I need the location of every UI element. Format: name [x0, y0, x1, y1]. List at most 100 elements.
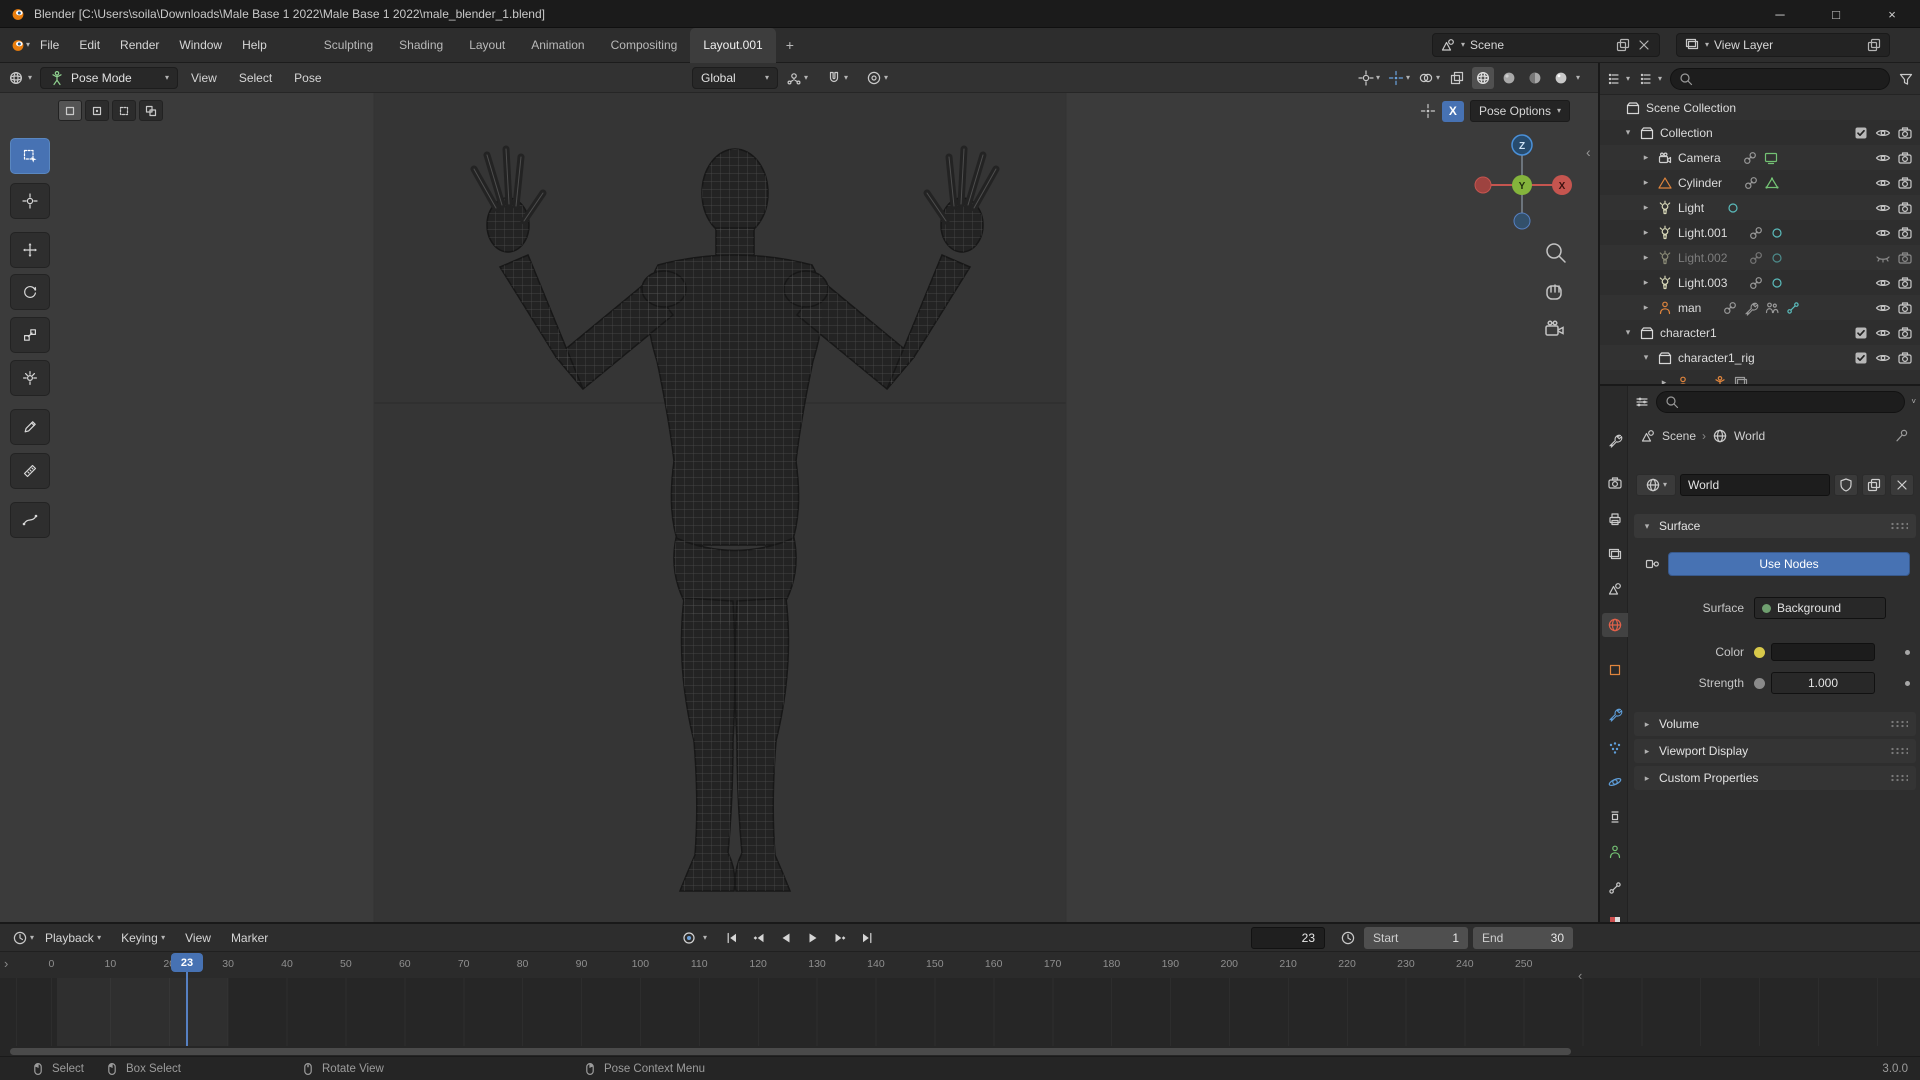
tab-tool[interactable]: [1602, 428, 1628, 452]
outliner-row-light-003[interactable]: ▸ Light.003: [1600, 270, 1920, 295]
grip-icon[interactable]: [1890, 747, 1908, 755]
menu-file[interactable]: File: [30, 33, 69, 57]
visibility-dropdown[interactable]: ▾: [1356, 67, 1382, 89]
menu-window[interactable]: Window: [169, 33, 232, 57]
disclosure-triangle-icon[interactable]: ▸: [1640, 302, 1652, 313]
tab-physics[interactable]: [1602, 770, 1628, 794]
grip-icon[interactable]: [1890, 522, 1908, 530]
tab-object-data[interactable]: [1602, 840, 1628, 864]
editor-type-icon[interactable]: [8, 70, 24, 86]
camera-render-icon[interactable]: [1897, 300, 1913, 316]
tool-cursor[interactable]: [10, 183, 50, 219]
tab-constraints[interactable]: [1602, 805, 1628, 829]
menu-help[interactable]: Help: [232, 33, 277, 57]
view-layer-selector[interactable]: ▾ View Layer: [1676, 33, 1890, 57]
viewport-display-section-header[interactable]: ▸ Viewport Display: [1634, 739, 1916, 763]
close-button[interactable]: ×: [1864, 0, 1920, 28]
camera-render-icon[interactable]: [1897, 150, 1913, 166]
timeline-scrollbar[interactable]: [10, 1048, 1571, 1055]
pivot-point-dropdown[interactable]: ▾: [784, 67, 810, 89]
xray-toggle[interactable]: [1446, 67, 1468, 89]
play-reverse-button[interactable]: [773, 927, 798, 948]
animate-dot-icon[interactable]: [1905, 680, 1910, 686]
viewport-scene[interactable]: Z X Y ‹: [0, 93, 1598, 922]
surface-section-header[interactable]: ▾ Surface: [1634, 514, 1916, 538]
outliner-row-light-001[interactable]: ▸ Light.001: [1600, 220, 1920, 245]
new-view-layer-icon[interactable]: [1866, 37, 1882, 53]
transform-orientation-dropdown[interactable]: Global ▾: [692, 66, 778, 89]
volume-section-header[interactable]: ▸ Volume: [1634, 712, 1916, 736]
add-workspace-button[interactable]: +: [776, 37, 804, 53]
outliner-row-character1[interactable]: ▾ character1: [1600, 320, 1920, 345]
tab-scene[interactable]: [1602, 577, 1628, 601]
world-browse-button[interactable]: ▾: [1636, 474, 1676, 496]
eye-icon[interactable]: [1875, 325, 1891, 341]
outliner-row-partial[interactable]: ▸: [1600, 370, 1920, 384]
snap-toggle[interactable]: ▾: [824, 67, 850, 89]
grip-icon[interactable]: [1890, 774, 1908, 782]
tab-bone[interactable]: [1602, 876, 1628, 900]
next-keyframe-button[interactable]: [827, 927, 852, 948]
custom-properties-section-header[interactable]: ▸ Custom Properties: [1634, 766, 1916, 790]
show-overlays-toggle[interactable]: ▾: [1416, 67, 1442, 89]
outliner-editor-icon[interactable]: [1606, 71, 1622, 87]
camera-render-icon[interactable]: [1897, 225, 1913, 241]
tab-compositing[interactable]: Compositing: [598, 28, 691, 63]
3d-viewport[interactable]: Z X Y ‹ ▾ Pose Mode ▾ View Select Pose G…: [0, 63, 1598, 922]
eye-icon[interactable]: [1875, 200, 1891, 216]
tab-texture[interactable]: [1602, 910, 1628, 922]
camera-render-icon[interactable]: [1897, 200, 1913, 216]
disclosure-triangle-icon[interactable]: ▾: [1640, 352, 1652, 363]
properties-search-input[interactable]: [1685, 395, 1898, 409]
eye-icon[interactable]: [1875, 225, 1891, 241]
unlink-world-button[interactable]: [1890, 474, 1914, 496]
proportional-edit-toggle[interactable]: ▾: [864, 67, 890, 89]
panel-toggle-icon[interactable]: ›: [4, 956, 8, 971]
display-mode-icon[interactable]: [1638, 71, 1654, 87]
tool-annotate[interactable]: [10, 409, 50, 445]
frame-end-field[interactable]: End 30: [1473, 926, 1573, 949]
tab-view-layer[interactable]: [1602, 543, 1628, 567]
tool-transform[interactable]: [10, 360, 50, 396]
window-titlebar[interactable]: Blender [C:\Users\soila\Downloads\Male B…: [0, 0, 1920, 28]
tab-sculpting[interactable]: Sculpting: [311, 28, 386, 63]
blender-menu-icon[interactable]: [10, 37, 26, 53]
eye-icon[interactable]: [1875, 175, 1891, 191]
outliner-row-camera[interactable]: ▸ Camera: [1600, 145, 1920, 170]
viewport-menu-pose[interactable]: Pose: [285, 67, 330, 89]
maximize-button[interactable]: □: [1808, 0, 1864, 28]
tool-select-box[interactable]: [10, 138, 50, 174]
disclosure-triangle-icon[interactable]: ▸: [1640, 277, 1652, 288]
display-pill-2[interactable]: [85, 100, 109, 121]
shading-rendered-button[interactable]: [1550, 67, 1572, 89]
outliner-row-light[interactable]: ▸ Light: [1600, 195, 1920, 220]
camera-render-icon[interactable]: [1897, 275, 1913, 291]
viewport-menu-select[interactable]: Select: [230, 67, 281, 89]
pose-options-dropdown[interactable]: Pose Options ▾: [1469, 100, 1570, 122]
eye-icon[interactable]: [1875, 150, 1891, 166]
outliner-row-character1-rig[interactable]: ▾ character1_rig: [1600, 345, 1920, 370]
grip-icon[interactable]: [1890, 720, 1908, 728]
outliner-search-input[interactable]: [1699, 71, 1882, 86]
disclosure-triangle-icon[interactable]: ▸: [1640, 177, 1652, 188]
sidebar-toggle-icon[interactable]: ‹: [1578, 968, 1582, 983]
fake-user-button[interactable]: [1834, 474, 1858, 496]
timeline-menu-playback[interactable]: Playback ▾: [36, 927, 110, 949]
frame-start-field[interactable]: Start 1: [1364, 926, 1468, 949]
show-gizmo-toggle[interactable]: ▾: [1386, 67, 1412, 89]
properties-search[interactable]: [1656, 391, 1906, 413]
disclosure-triangle-icon[interactable]: ▸: [1640, 252, 1652, 263]
display-pill-4[interactable]: [139, 100, 163, 121]
minimize-button[interactable]: ─: [1752, 0, 1808, 28]
world-name-field[interactable]: World: [1680, 474, 1830, 496]
use-nodes-button[interactable]: Use Nodes: [1668, 552, 1910, 576]
jump-to-start-button[interactable]: [719, 927, 744, 948]
tool-scale[interactable]: [10, 317, 50, 353]
timeline-menu-keying[interactable]: Keying ▾: [112, 927, 174, 949]
tab-world[interactable]: [1602, 613, 1628, 637]
tool-rotate[interactable]: [10, 274, 50, 310]
strength-field[interactable]: 1.000: [1771, 672, 1875, 694]
camera-render-icon[interactable]: [1897, 250, 1913, 266]
eye-icon[interactable]: [1875, 275, 1891, 291]
disclosure-triangle-icon[interactable]: ▸: [1640, 227, 1652, 238]
